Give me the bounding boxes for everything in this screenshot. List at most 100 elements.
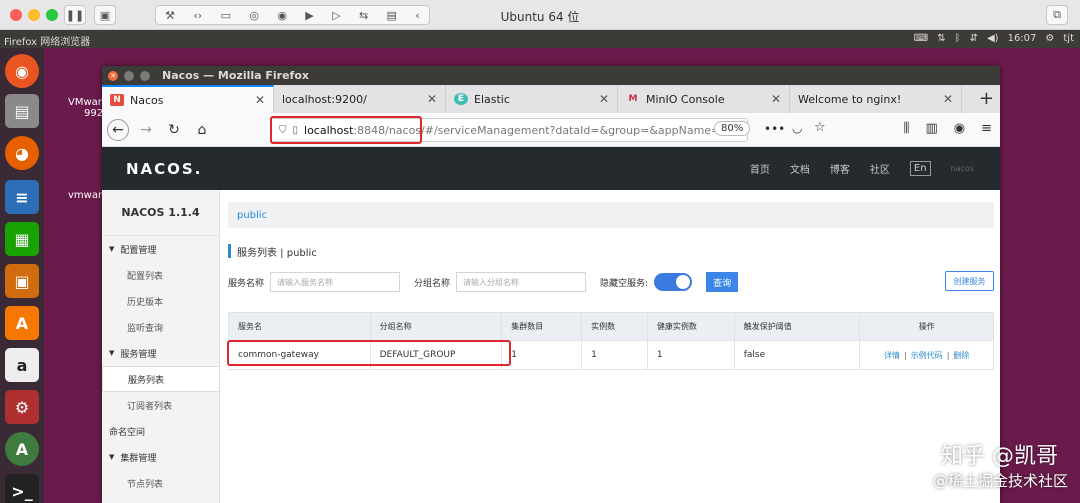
network-arrows-icon[interactable]: ⇵ <box>970 33 978 44</box>
sidebar-item-listen[interactable]: 监听查询 <box>102 314 219 340</box>
tab-nginx[interactable]: Welcome to nginx! ✕ <box>790 85 962 113</box>
operations-cell: 详情 | 示例代码 | 删除 <box>860 341 993 369</box>
detail-link[interactable]: 详情 <box>884 350 900 361</box>
keyboard-icon[interactable]: ⌨ <box>914 33 928 44</box>
close-icon[interactable]: ✕ <box>255 93 265 107</box>
desktop-label-vmware[interactable]: VMwar <box>68 97 102 108</box>
vm-title: Ubuntu 64 位 <box>500 10 580 24</box>
home-icon[interactable]: ⌂ <box>191 119 213 141</box>
nacos-sidebar: NACOS 1.1.4 ▼ 配置管理 配置列表 历史版本 监听查询 ▼ 服务管理… <box>102 190 220 503</box>
service-name-input[interactable]: 请输入服务名称 <box>270 272 401 292</box>
hide-empty-toggle[interactable] <box>654 273 693 291</box>
firefox-icon[interactable]: ◕ <box>5 136 39 170</box>
tab-nacos[interactable]: N Nacos ✕ <box>102 85 274 113</box>
create-service-button[interactable]: 创建服务 <box>945 271 994 291</box>
pocket-icon[interactable]: ◡ <box>792 121 802 135</box>
tab-bar: N Nacos ✕ localhost:9200/ ✕ E Elastic ✕ … <box>102 85 1000 113</box>
volume-icon[interactable]: ◀) <box>987 33 999 44</box>
calc-icon[interactable]: ▦ <box>5 222 39 256</box>
sidebar-item-history[interactable]: 历史版本 <box>102 288 219 314</box>
hamburger-menu-icon[interactable]: ≡ <box>981 121 992 136</box>
new-tab-icon[interactable]: + <box>979 88 994 109</box>
bookmark-star-icon[interactable]: ☆ <box>814 120 826 135</box>
sidebar-icon[interactable]: ▥ <box>925 121 937 136</box>
updater-icon[interactable]: A <box>5 432 39 466</box>
desktop-label-vmware2[interactable]: vmwar <box>68 190 102 201</box>
ubuntu-top-panel: Firefox 网络浏览器 ⌨ ⇅ ᛒ ⇵ ◀) 16:07 ⚙ tjt <box>0 30 1080 48</box>
tab-label: Elastic <box>474 92 510 106</box>
sidebar-group-service[interactable]: ▼ 服务管理 <box>102 340 219 366</box>
writer-icon[interactable]: ≡ <box>5 180 39 214</box>
sidebar-item-namespace[interactable]: 命名空间 <box>102 418 219 444</box>
clock[interactable]: 16:07 <box>1008 33 1037 44</box>
files-icon[interactable]: ▤ <box>5 94 39 128</box>
sidebar-item-node-list[interactable]: 节点列表 <box>102 470 219 496</box>
window-title: Nacos — Mozilla Firefox <box>162 69 309 82</box>
breadcrumb: public <box>228 202 994 228</box>
library-icon[interactable]: ⫼ <box>903 121 909 136</box>
sidebar-item-config-list[interactable]: 配置列表 <box>102 262 219 288</box>
delete-link[interactable]: 删除 <box>953 350 969 361</box>
sidebar-group-config[interactable]: ▼ 配置管理 <box>102 236 219 262</box>
maximize-icon[interactable] <box>140 70 150 81</box>
window-mode-icon[interactable]: ⧉ <box>1046 5 1068 25</box>
tab-elasticsearch[interactable]: localhost:9200/ ✕ <box>274 85 446 113</box>
group-name-input[interactable]: 请输入分组名称 <box>456 272 587 292</box>
zoom-level[interactable]: 80% <box>714 121 751 136</box>
caret-down-icon: ▼ <box>109 349 115 357</box>
instance-count-cell: 1 <box>582 341 648 369</box>
annotation-url-highlight <box>270 116 422 144</box>
user-name[interactable]: nacos <box>951 164 974 173</box>
nacos-top-menu: 首页 文档 博客 社区 En nacos <box>750 161 974 176</box>
forward-arrow-icon[interactable]: → <box>135 119 157 141</box>
amazon-icon[interactable]: a <box>5 348 39 382</box>
network-icon[interactable]: ⇅ <box>937 33 945 44</box>
language-switch-button[interactable]: En <box>909 161 931 176</box>
ubuntu-logo-icon[interactable]: ◉ <box>5 54 39 88</box>
menu-docs[interactable]: 文档 <box>790 161 810 176</box>
firefox-titlebar: ✕ Nacos — Mozilla Firefox <box>102 66 1000 85</box>
sidebar-group-label: 服务管理 <box>120 349 157 360</box>
navigation-bar: ← → ↻ ⌂ ⛉ ▯ localhost :8848/nacos/#/serv… <box>102 113 1000 147</box>
nacos-version: NACOS 1.1.4 <box>102 190 219 236</box>
menu-community[interactable]: 社区 <box>870 161 890 176</box>
terminal-icon[interactable]: >_ <box>5 474 39 503</box>
ubuntu-launcher: ◉ ▤ ◕ ≡ ▦ ▣ A a ⚙ A >_ <box>0 48 44 503</box>
sample-code-link[interactable]: 示例代码 <box>911 350 943 361</box>
desktop-label-vmware-sub: 992 <box>84 108 104 119</box>
sidebar-item-subscriber-list[interactable]: 订阅者列表 <box>102 392 219 418</box>
close-icon[interactable]: ✕ <box>943 92 953 106</box>
tab-elastic[interactable]: E Elastic ✕ <box>446 85 618 113</box>
tab-minio[interactable]: M MinIO Console ✕ <box>618 85 790 113</box>
group-name-label: 分组名称 <box>414 278 451 289</box>
impress-icon[interactable]: ▣ <box>5 264 39 298</box>
back-arrow-icon[interactable]: ← <box>107 118 129 141</box>
breadcrumb-namespace[interactable]: public <box>237 210 267 221</box>
system-settings-icon[interactable]: ⚙ <box>5 390 39 424</box>
close-icon[interactable]: ✕ <box>108 70 118 81</box>
mac-window-bar: ❚❚ ▣ ⚒ ‹› ▭ ◎ ◉ ▶ ▷ ⇆ ▤ ‹ Ubuntu 64 位 ⧉ <box>0 0 1080 30</box>
bluetooth-icon[interactable]: ᛒ <box>955 33 961 44</box>
menu-blog[interactable]: 博客 <box>830 161 850 176</box>
table-header: 实例数 <box>582 313 648 340</box>
menu-home[interactable]: 首页 <box>750 161 770 176</box>
close-icon[interactable]: ✕ <box>599 92 609 106</box>
more-options-icon[interactable]: ••• <box>764 122 785 136</box>
minimize-icon[interactable] <box>124 70 134 81</box>
caret-down-icon: ▼ <box>109 453 115 461</box>
tab-label: MinIO Console <box>646 92 725 106</box>
close-icon[interactable]: ✕ <box>771 92 781 106</box>
settings-icon[interactable]: ⚙ <box>1045 33 1054 44</box>
sidebar-group-cluster[interactable]: ▼ 集群管理 <box>102 444 219 470</box>
cluster-count-cell: 1 <box>502 341 583 369</box>
account-icon[interactable]: ◉ <box>954 121 965 136</box>
username[interactable]: tjt <box>1063 33 1074 44</box>
elastic-favicon-icon: E <box>454 93 468 105</box>
nacos-logo[interactable]: NACOS. <box>126 160 202 178</box>
software-icon[interactable]: A <box>5 306 39 340</box>
close-icon[interactable]: ✕ <box>427 92 437 106</box>
reload-icon[interactable]: ↻ <box>163 119 185 141</box>
table-header: 分组名称 <box>371 313 503 340</box>
query-button[interactable]: 查询 <box>706 272 739 292</box>
sidebar-item-service-list[interactable]: 服务列表 <box>102 366 220 392</box>
